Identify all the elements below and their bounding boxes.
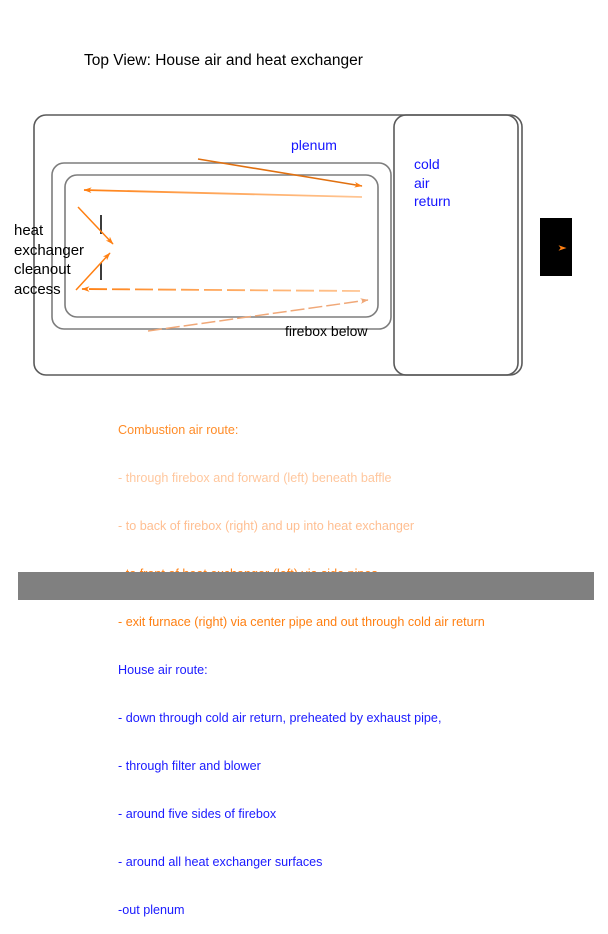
cold-air-return-line-3: return bbox=[414, 193, 451, 209]
access-label-line-2: exchanger bbox=[14, 241, 85, 259]
combustion-route-heading: Combustion air route: bbox=[118, 423, 239, 437]
plenum-label: plenum bbox=[291, 137, 337, 153]
access-label-line-4: access bbox=[14, 280, 61, 298]
cold-air-return-line-2: air bbox=[414, 174, 430, 191]
combustion-route-item-1: - through firebox and forward (left) ben… bbox=[118, 471, 392, 485]
plenum-chamber bbox=[51, 162, 392, 330]
house-route-item-2: - through filter and blower bbox=[118, 759, 261, 773]
heat-exchanger-upper-left-arrow bbox=[83, 187, 363, 198]
access-label-line-1: heat bbox=[14, 222, 44, 239]
house-route-item-3: - around five sides of firebox bbox=[118, 807, 277, 821]
heat-exchanger-lower-left-arrow bbox=[81, 286, 361, 292]
cold-air-return-label: cold air return bbox=[414, 155, 451, 211]
combustion-route-item-4: - exit furnace (right) via center pipe a… bbox=[118, 615, 485, 629]
house-route-heading: House air route: bbox=[118, 663, 208, 677]
house-route-item-4: - around all heat exchanger surfaces bbox=[118, 855, 323, 869]
combustion-route-item-2: - to back of firebox (right) and up into… bbox=[118, 519, 415, 533]
cold-air-return-duct bbox=[393, 114, 519, 376]
bottom-gray-bar bbox=[18, 572, 594, 600]
exhaust-outlet-block bbox=[540, 218, 572, 276]
cold-air-return-line-1: cold bbox=[414, 156, 440, 172]
access-label-line-3: cleanout bbox=[14, 261, 71, 278]
house-route-item-5: -out plenum bbox=[118, 903, 185, 917]
route-notes: Combustion air route: - through firebox … bbox=[118, 390, 485, 934]
outer-furnace-shell bbox=[33, 114, 523, 376]
heat-exchanger-cleanout-access-label: heat exchanger cleanout access bbox=[14, 221, 84, 299]
house-route-item-1: - down through cold air return, preheate… bbox=[118, 711, 442, 725]
firebox-below-label: firebox below bbox=[285, 323, 368, 339]
page-title: Top View: House air and heat exchanger bbox=[84, 52, 363, 69]
